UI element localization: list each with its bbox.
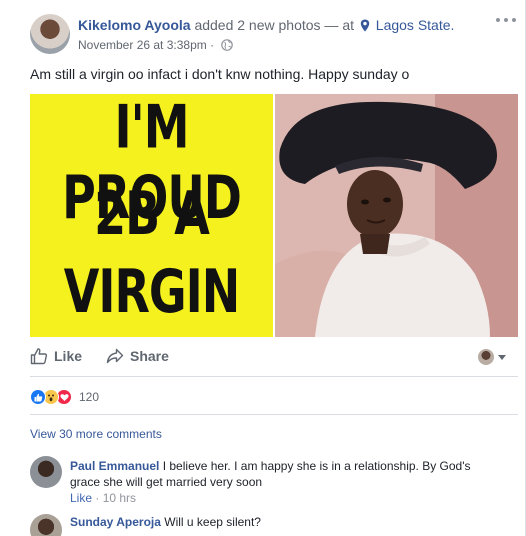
post-meta: November 26 at 3:38pm · — [78, 38, 234, 52]
author-name[interactable]: Kikelomo Ayoola — [78, 17, 191, 33]
commenter-name[interactable]: Paul Emmanuel — [70, 459, 159, 473]
post-text: Am still a virgin oo infact i don't knw … — [30, 66, 410, 82]
reactions-count: 120 — [79, 390, 100, 404]
author-avatar[interactable] — [30, 14, 70, 54]
selfie-illustration — [275, 94, 518, 337]
poster-line: 2B A — [94, 177, 210, 249]
chevron-down-icon — [498, 355, 506, 360]
like-thumb-icon — [30, 348, 48, 365]
divider — [30, 414, 518, 415]
share-arrow-icon — [106, 348, 124, 364]
comment: Sunday Aperoja Will u keep silent? — [70, 514, 490, 530]
photo-selfie[interactable] — [275, 94, 518, 337]
like-reaction-icon — [30, 389, 46, 405]
post-action-text: added 2 new photos — at — [194, 17, 354, 33]
commenter-name[interactable]: Sunday Aperoja — [70, 515, 161, 529]
commenter-avatar[interactable] — [30, 514, 62, 536]
divider — [30, 376, 518, 377]
poster-line: VIRGIN — [63, 255, 241, 327]
view-more-comments-link[interactable]: View 30 more comments — [30, 427, 162, 441]
photo-poster[interactable]: I'M PROUD 2B A VIRGIN — [30, 94, 273, 337]
comment-like-link[interactable]: Like — [70, 491, 92, 505]
share-button[interactable]: Share — [106, 346, 169, 366]
more-options-icon[interactable] — [496, 14, 516, 26]
post-header: Kikelomo Ayoola added 2 new photos — at … — [78, 17, 454, 33]
comment-meta: Like · 10 hrs — [70, 491, 137, 505]
globe-icon — [221, 39, 234, 51]
post-as-selector[interactable] — [478, 349, 506, 365]
share-label: Share — [130, 348, 169, 364]
like-label: Like — [54, 348, 83, 364]
location-pin-icon — [360, 19, 370, 32]
reactions-summary[interactable]: 120 — [30, 388, 99, 406]
comment: Paul Emmanuel I believe her. I am happy … — [70, 458, 490, 490]
location-link[interactable]: Lagos State. — [376, 17, 455, 33]
like-button[interactable]: Like — [30, 346, 82, 366]
comment-text: Will u keep silent? — [164, 515, 261, 529]
comment-time[interactable]: 10 hrs — [103, 491, 136, 505]
post-card: Kikelomo Ayoola added 2 new photos — at … — [0, 0, 526, 536]
commenter-avatar[interactable] — [30, 456, 62, 488]
avatar — [478, 349, 494, 365]
post-timestamp[interactable]: November 26 at 3:38pm · — [78, 38, 214, 52]
